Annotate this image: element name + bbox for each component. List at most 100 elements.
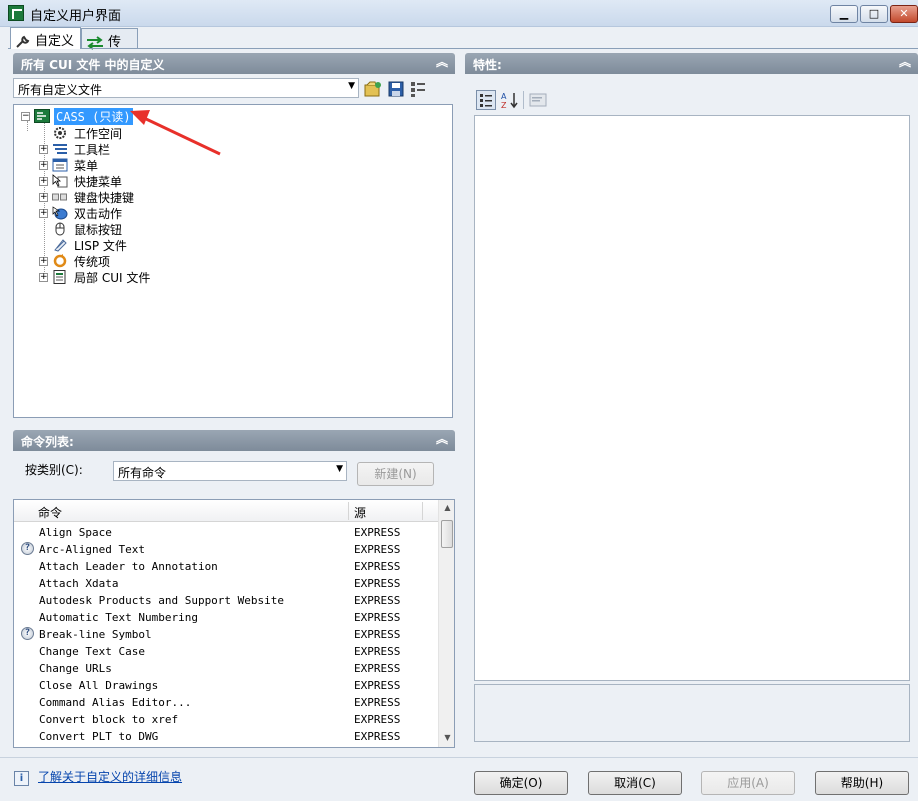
shortcut-menu-icon: [52, 174, 68, 188]
help-icon: ?: [21, 627, 34, 640]
expand-node-icon[interactable]: +: [39, 192, 48, 202]
minimize-button[interactable]: ▁: [830, 5, 858, 23]
cui-file-select[interactable]: 所有自定义文件 ▼: [13, 78, 359, 98]
expand-node-icon[interactable]: +: [39, 256, 48, 266]
command-source: EXPRESS: [354, 713, 401, 726]
tree-item[interactable]: 鼠标按钮: [39, 221, 124, 237]
open-file-icon[interactable]: [364, 80, 382, 98]
tree-item[interactable]: 工作空间: [39, 125, 124, 141]
save-icon[interactable]: [387, 80, 405, 98]
table-row[interactable]: Convert PLT to DWG EXPRESS: [14, 728, 438, 745]
table-row[interactable]: Command Alias Editor... EXPRESS: [14, 694, 438, 711]
command-name: Attach Leader to Annotation: [39, 560, 218, 573]
table-row[interactable]: Automatic Text Numbering EXPRESS: [14, 609, 438, 626]
footer-separator: [0, 757, 918, 758]
categorized-view-icon[interactable]: [476, 90, 496, 110]
close-button[interactable]: ✕: [890, 5, 918, 23]
svg-text:A: A: [501, 92, 507, 101]
expand-node-icon[interactable]: +: [39, 160, 48, 170]
apply-button[interactable]: 应用(A): [701, 771, 795, 795]
expand-node-icon[interactable]: +: [39, 176, 48, 186]
learn-more-link[interactable]: 了解关于自定义的详细信息: [38, 768, 182, 785]
table-row[interactable]: Attach Xdata EXPRESS: [14, 575, 438, 592]
customizations-panel-header[interactable]: 所有 CUI 文件 中的自定义 ︽: [13, 53, 455, 74]
command-list[interactable]: 命令 源 Align Space EXPRESS? Arc-Aligned Text…: [13, 499, 455, 748]
command-source: EXPRESS: [354, 577, 401, 590]
command-name: Convert block to xref: [39, 713, 179, 726]
category-select-value: 所有命令: [118, 466, 167, 480]
command-name: Arc-Aligned Text: [39, 543, 145, 556]
cass-icon: [34, 109, 50, 123]
maximize-button[interactable]: □: [860, 5, 888, 23]
command-source: EXPRESS: [354, 560, 401, 573]
table-row[interactable]: Convert block to xref EXPRESS: [14, 711, 438, 728]
alphabetical-sort-icon[interactable]: A Z: [500, 90, 520, 110]
properties-grid[interactable]: [474, 115, 910, 681]
tree-item[interactable]: + 菜单: [39, 157, 100, 173]
table-row[interactable]: Change URLs EXPRESS: [14, 660, 438, 677]
new-command-button[interactable]: 新建(N): [357, 462, 434, 486]
property-pages-icon[interactable]: [529, 92, 547, 108]
table-row[interactable]: ? Break-line Symbol EXPRESS: [14, 626, 438, 643]
help-button[interactable]: 帮助(H): [815, 771, 909, 795]
workspace-gear-icon: [52, 126, 68, 140]
display-filter-icon[interactable]: [409, 80, 427, 98]
title-bar: 自定义用户界面 ▁ □ ✕: [0, 0, 918, 27]
category-select[interactable]: 所有命令 ▼: [113, 461, 347, 481]
tree-item[interactable]: + 键盘快捷键: [39, 189, 136, 205]
expand-node-icon[interactable]: +: [39, 144, 48, 154]
expand-node-icon[interactable]: +: [39, 272, 48, 282]
command-name: Command Alias Editor...: [39, 696, 192, 709]
command-source: EXPRESS: [354, 696, 401, 709]
collapse-chevron-icon[interactable]: ︽: [435, 55, 449, 69]
tree-item-label: 鼠标按钮: [74, 222, 123, 237]
tree-item[interactable]: + 快捷菜单: [39, 173, 124, 189]
tab-customize-label: 自定义: [35, 34, 75, 49]
command-source: EXPRESS: [354, 628, 401, 641]
tree-item-label: 工具栏: [74, 142, 111, 157]
command-source: EXPRESS: [354, 662, 401, 675]
command-list-scrollbar[interactable]: ▲ ▼: [438, 500, 454, 747]
table-row[interactable]: Change Text Case EXPRESS: [14, 643, 438, 660]
table-row[interactable]: Close All Drawings EXPRESS: [14, 677, 438, 694]
column-header-command[interactable]: 命令: [38, 504, 62, 521]
table-row[interactable]: Align Space EXPRESS: [14, 524, 438, 541]
tree-item[interactable]: + 双击动作: [39, 205, 124, 221]
tab-customize[interactable]: 自定义: [10, 27, 81, 49]
tree-item-label: 传统项: [74, 254, 111, 269]
collapse-node-icon[interactable]: −: [21, 111, 30, 121]
tree-item-label: 菜单: [74, 158, 99, 173]
ok-button[interactable]: 确定(O): [474, 771, 568, 795]
column-header-source[interactable]: 源: [354, 504, 366, 521]
column-separator: [348, 502, 349, 520]
tree-item-label: 工作空间: [74, 126, 123, 141]
window-title: 自定义用户界面: [30, 9, 122, 24]
chevron-down-icon: ▼: [348, 81, 355, 91]
tree-item[interactable]: + 局部 CUI 文件: [39, 269, 152, 285]
tree-item-label: 双击动作: [74, 206, 123, 221]
table-row[interactable]: Attach Leader to Annotation EXPRESS: [14, 558, 438, 575]
command-name: Align Space: [39, 526, 112, 539]
command-source: EXPRESS: [354, 645, 401, 658]
tree-item[interactable]: + 工具栏: [39, 141, 112, 157]
command-list-header[interactable]: 命令列表: ︽: [13, 430, 455, 451]
menu-icon: [52, 158, 68, 172]
scroll-thumb[interactable]: [441, 520, 453, 548]
table-row[interactable]: Autodesk Products and Support Website EXP…: [14, 592, 438, 609]
scroll-down-icon[interactable]: ▼: [441, 733, 454, 746]
expand-node-icon[interactable]: +: [39, 208, 48, 218]
tab-transfer[interactable]: 传输: [81, 28, 138, 69]
tree-item[interactable]: − CASS (只读): [21, 107, 133, 125]
toolbar-icon: [52, 142, 68, 156]
command-name: Convert PLT to DWG: [39, 730, 159, 743]
tree-item[interactable]: + 传统项: [39, 253, 112, 269]
tree-item-label: CASS (只读): [54, 107, 133, 125]
collapse-chevron-icon[interactable]: ︽: [898, 55, 912, 69]
table-row[interactable]: ? Arc-Aligned Text EXPRESS: [14, 541, 438, 558]
tree-item[interactable]: LISP 文件: [39, 237, 129, 253]
cancel-button[interactable]: 取消(C): [588, 771, 682, 795]
collapse-chevron-icon[interactable]: ︽: [435, 432, 449, 446]
properties-panel-header[interactable]: 特性: ︽: [465, 53, 918, 74]
property-description-area: [474, 684, 910, 742]
scroll-up-icon[interactable]: ▲: [441, 503, 454, 516]
